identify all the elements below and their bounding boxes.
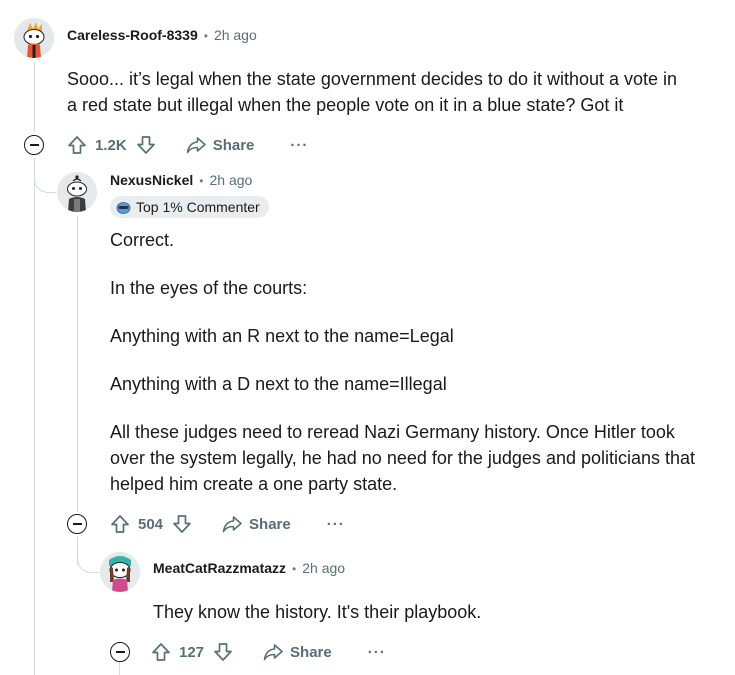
thread-line <box>77 216 78 512</box>
author-name[interactable]: MeatCatRazzmatazz <box>153 560 286 576</box>
author-name[interactable]: Careless-Roof-8339 <box>67 27 198 43</box>
vote-score: 1.2K <box>95 136 127 154</box>
thread-elbow <box>34 165 56 193</box>
timestamp[interactable]: 2h ago <box>214 27 257 43</box>
share-button[interactable]: Share <box>221 514 291 534</box>
collapse-button[interactable] <box>67 514 87 534</box>
vote-score: 504 <box>138 515 164 533</box>
comment-paragraph: Anything with a D next to the name=Illeg… <box>110 374 447 394</box>
comment-actions: 1.2K Share ··· <box>66 130 308 160</box>
upvote-icon[interactable] <box>66 134 88 156</box>
share-button[interactable]: Share <box>185 135 255 155</box>
comment-line: Sooo... it’s legal when the state govern… <box>67 69 678 89</box>
share-label: Share <box>212 136 255 154</box>
avatar[interactable] <box>100 552 140 592</box>
share-icon <box>186 137 206 154</box>
separator-dot: • <box>292 562 297 576</box>
more-options-button[interactable]: ··· <box>290 137 308 154</box>
comment-paragraph: Anything with an R next to the name=Lega… <box>110 326 454 346</box>
comment-meta: NexusNickel • 2h ago <box>110 172 252 188</box>
separator-dot: • <box>203 29 208 43</box>
upvote-icon[interactable] <box>150 641 172 663</box>
comment-body: Correct. In the eyes of the courts: Anyt… <box>110 227 730 497</box>
collapse-button[interactable] <box>24 135 44 155</box>
snoo-avatar-icon <box>100 552 140 592</box>
comment-line: All these judges need to reread Nazi Ger… <box>110 422 675 442</box>
separator-dot: • <box>199 174 204 188</box>
comment-paragraph: In the eyes of the courts: <box>110 278 308 298</box>
comment-actions: 127 Share ··· <box>150 637 386 667</box>
user-flair: Top 1% Commenter <box>110 196 269 218</box>
thread-line <box>34 158 35 675</box>
thread-line <box>34 62 35 132</box>
comment-body: They know the history. It's their playbo… <box>153 599 723 625</box>
more-options-button[interactable]: ··· <box>368 644 386 661</box>
snoo-avatar-icon <box>57 172 97 212</box>
snoo-avatar-icon <box>14 18 54 58</box>
top-commenter-icon <box>116 201 131 214</box>
thread-line <box>119 662 120 675</box>
flair-label: Top 1% Commenter <box>136 199 260 215</box>
timestamp[interactable]: 2h ago <box>209 172 252 188</box>
comment-paragraph: Correct. <box>110 230 175 250</box>
downvote-icon[interactable] <box>212 641 234 663</box>
vote-score: 127 <box>179 643 205 661</box>
avatar[interactable] <box>14 18 54 58</box>
comment-line: a red state but illegal when the people … <box>67 95 624 115</box>
timestamp[interactable]: 2h ago <box>302 560 345 576</box>
comment-line: helped him create a one party state. <box>110 474 398 494</box>
thread-elbow <box>77 545 99 573</box>
comment-actions: 504 Share ··· <box>109 509 345 539</box>
comment-meta: Careless-Roof-8339 • 2h ago <box>67 27 257 43</box>
comment-meta: MeatCatRazzmatazz • 2h ago <box>153 560 345 576</box>
comment-body: Sooo... it’s legal when the state govern… <box>67 66 727 118</box>
comment-line: They know the history. It's their playbo… <box>153 602 482 622</box>
downvote-icon[interactable] <box>171 513 193 535</box>
share-icon <box>263 644 283 661</box>
comment-line: over the system legally, he had no need … <box>110 448 696 468</box>
upvote-icon[interactable] <box>109 513 131 535</box>
share-label: Share <box>249 515 291 533</box>
avatar[interactable] <box>57 172 97 212</box>
collapse-button[interactable] <box>110 642 130 662</box>
downvote-icon[interactable] <box>135 134 157 156</box>
more-options-button[interactable]: ··· <box>327 516 345 533</box>
share-icon <box>222 516 242 533</box>
author-name[interactable]: NexusNickel <box>110 172 193 188</box>
share-button[interactable]: Share <box>262 642 332 662</box>
share-label: Share <box>290 643 332 661</box>
